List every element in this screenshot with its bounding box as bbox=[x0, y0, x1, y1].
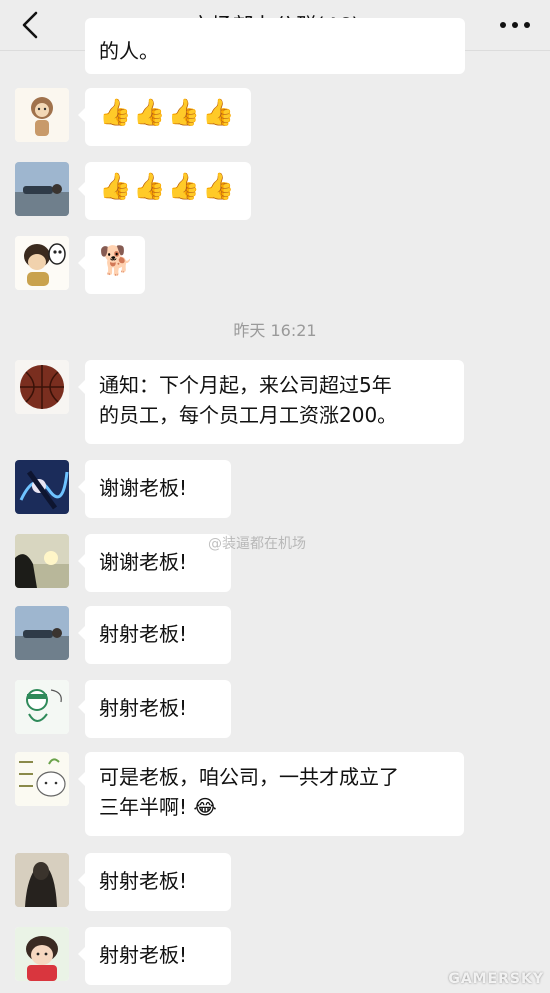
avatar[interactable] bbox=[15, 680, 69, 734]
message-text: 的人。 bbox=[99, 39, 159, 63]
avatar[interactable] bbox=[15, 162, 69, 216]
message-bubble[interactable]: 射射老板! bbox=[78, 853, 231, 911]
message-bubble[interactable]: 射射老板! bbox=[78, 606, 231, 664]
doge-sticker: 🐕 bbox=[99, 244, 134, 277]
avatar[interactable] bbox=[15, 460, 69, 514]
message-text-line: 三年半啊! 😂 bbox=[99, 795, 217, 819]
message-bubble[interactable]: 谢谢老板! bbox=[78, 460, 231, 518]
message-bubble[interactable]: 🐕 bbox=[78, 236, 145, 294]
message-text-line: 通知：下个月起，来公司超过5年 bbox=[99, 373, 392, 397]
avatar[interactable] bbox=[15, 236, 69, 290]
avatar[interactable] bbox=[15, 853, 69, 907]
avatar[interactable] bbox=[15, 360, 69, 414]
avatar[interactable] bbox=[15, 927, 69, 981]
message-bubble[interactable]: 通知：下个月起，来公司超过5年 的员工，每个员工月工资涨200。 bbox=[78, 360, 464, 444]
message-text: 射射老板! bbox=[99, 622, 188, 646]
message-text: 射射老板! bbox=[99, 869, 188, 893]
avatar[interactable] bbox=[15, 606, 69, 660]
message-text: 射射老板! bbox=[99, 943, 188, 967]
message-bubble[interactable]: 射射老板! bbox=[78, 927, 231, 985]
thumbs-up-emoji: 👍👍👍👍 bbox=[99, 98, 237, 128]
message-bubble[interactable]: 的人。 bbox=[85, 18, 465, 74]
avatar[interactable] bbox=[15, 752, 69, 806]
gamersky-logo: GAMERSKY bbox=[448, 971, 544, 987]
message-text-line: 可是老板，咱公司，一共才成立了 bbox=[99, 765, 399, 789]
more-options-icon[interactable] bbox=[498, 14, 532, 36]
weibo-watermark: @装逼都在机场 bbox=[208, 536, 306, 552]
message-bubble[interactable]: 👍👍👍👍 bbox=[78, 162, 251, 220]
avatar[interactable] bbox=[15, 534, 69, 588]
message-bubble[interactable]: 射射老板! bbox=[78, 680, 231, 738]
message-text: 谢谢老板! bbox=[99, 550, 188, 574]
thumbs-up-emoji: 👍👍👍👍 bbox=[99, 172, 237, 202]
message-text: 射射老板! bbox=[99, 696, 188, 720]
message-bubble[interactable]: 👍👍👍👍 bbox=[78, 88, 251, 146]
message-timestamp: 昨天 16:21 bbox=[233, 321, 317, 340]
back-arrow-icon[interactable] bbox=[18, 10, 44, 40]
message-text: 谢谢老板! bbox=[99, 476, 188, 500]
message-bubble[interactable]: 可是老板，咱公司，一共才成立了 三年半啊! 😂 bbox=[78, 752, 464, 836]
message-text-line: 的员工，每个员工月工资涨200。 bbox=[99, 403, 398, 427]
avatar[interactable] bbox=[15, 88, 69, 142]
